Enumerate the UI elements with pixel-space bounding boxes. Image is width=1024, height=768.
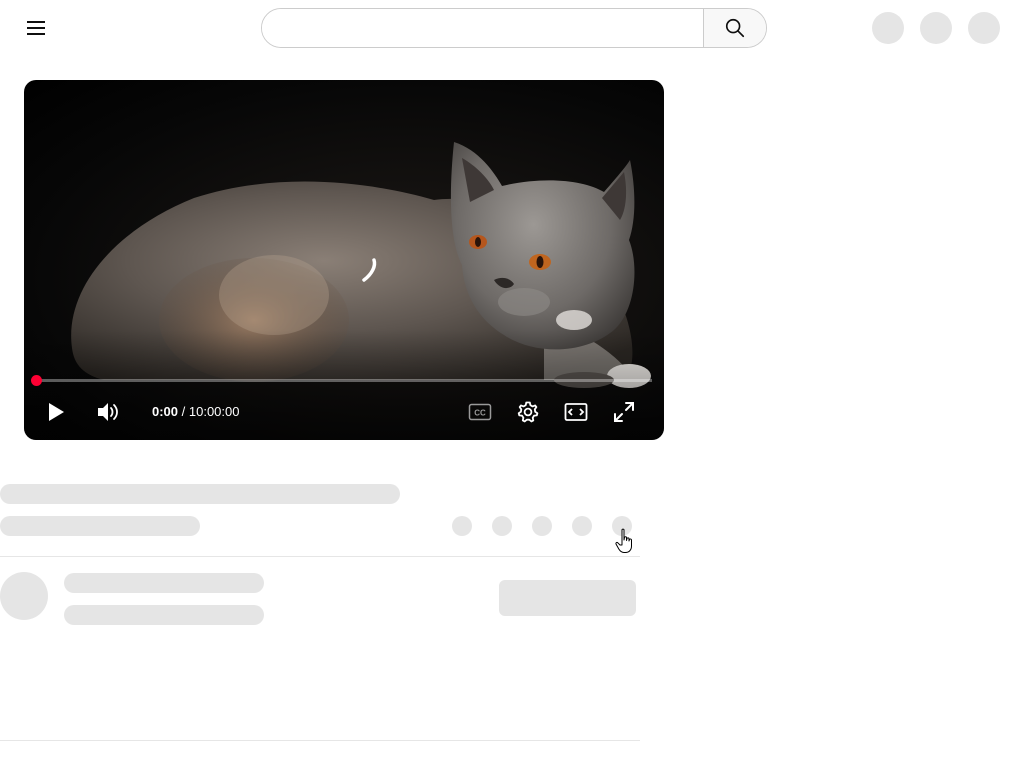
- progress-bar[interactable]: [36, 379, 652, 382]
- play-button[interactable]: [38, 398, 74, 426]
- channel-meta-placeholder: [64, 605, 264, 625]
- header-action-placeholder[interactable]: [920, 12, 952, 44]
- avatar-placeholder[interactable]: [968, 12, 1000, 44]
- search-button[interactable]: [703, 9, 766, 47]
- mute-button[interactable]: [90, 398, 126, 426]
- play-icon: [49, 403, 64, 421]
- hamburger-menu-icon-line: [27, 27, 45, 29]
- fullscreen-button[interactable]: [606, 398, 642, 426]
- search-input[interactable]: [262, 9, 703, 47]
- fullscreen-icon: [614, 402, 634, 422]
- progress-scrubber[interactable]: [31, 375, 42, 386]
- video-player[interactable]: 0:00 / 10:00:00 CC: [24, 80, 664, 440]
- time-separator: /: [178, 404, 189, 419]
- guide-menu-button[interactable]: [20, 12, 52, 44]
- action-button-placeholder[interactable]: [492, 516, 512, 536]
- gear-icon: [517, 401, 539, 423]
- loading-spinner-icon: [362, 258, 377, 282]
- channel-avatar-placeholder[interactable]: [0, 572, 48, 620]
- theater-mode-button[interactable]: [558, 398, 594, 426]
- search-bar: [261, 8, 767, 48]
- captions-button[interactable]: CC: [462, 398, 498, 426]
- svg-text:CC: CC: [474, 409, 486, 418]
- divider: [0, 740, 640, 741]
- subtitle-placeholder: [0, 516, 200, 536]
- current-time: 0:00: [152, 404, 179, 419]
- action-button-placeholder[interactable]: [572, 516, 592, 536]
- settings-button[interactable]: [510, 398, 546, 426]
- volume-icon: [98, 403, 118, 421]
- video-duration: 10:00:00: [188, 404, 240, 419]
- hand-cursor-icon: [615, 528, 632, 553]
- cc-icon: CC: [468, 403, 492, 421]
- time-display: 0:00 / 10:00:00: [152, 402, 239, 422]
- hamburger-menu-icon: [27, 21, 45, 23]
- header-action-placeholder[interactable]: [872, 12, 904, 44]
- subscribe-button-placeholder[interactable]: [499, 580, 636, 616]
- action-button-placeholder[interactable]: [452, 516, 472, 536]
- theater-mode-icon: [564, 403, 588, 421]
- search-icon: [725, 18, 745, 38]
- action-button-placeholder[interactable]: [532, 516, 552, 536]
- hamburger-menu-icon-line: [27, 33, 45, 35]
- title-placeholder: [0, 484, 400, 504]
- divider: [0, 556, 640, 557]
- channel-name-placeholder: [64, 573, 264, 593]
